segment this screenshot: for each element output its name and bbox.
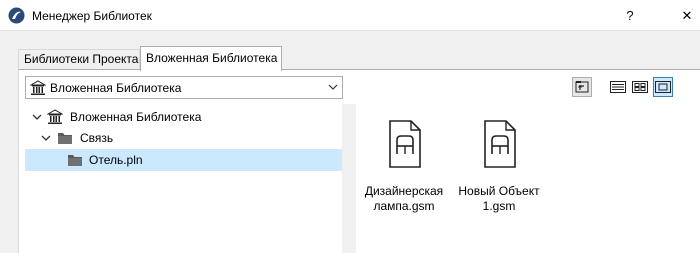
- chevron-down-icon[interactable]: [31, 111, 43, 123]
- tree-item-label: Связь: [80, 131, 114, 145]
- library-icon: [47, 109, 63, 124]
- tree-item-hotel-pln[interactable]: Отель.pln: [25, 149, 342, 171]
- library-icon: [30, 80, 46, 95]
- pane-splitter[interactable]: [342, 104, 356, 253]
- title-bar: Менеджер Библиотек ? ✕: [0, 0, 700, 31]
- icon-grid-view-icon: [632, 81, 648, 93]
- library-dropdown[interactable]: Вложенная Библиотека: [25, 76, 343, 99]
- folder-up-button[interactable]: [572, 77, 592, 97]
- tree-item-embedded-library[interactable]: Вложенная Библиотека: [25, 106, 342, 128]
- tab-embedded-library[interactable]: Вложенная Библиотека: [140, 46, 282, 71]
- tab-project-libraries[interactable]: Библиотеки Проекта: [18, 49, 140, 70]
- tree-item-link-folder[interactable]: Связь: [25, 127, 342, 149]
- archicad-app-icon: [8, 7, 25, 24]
- folder-icon: [58, 133, 72, 144]
- file-item-designer-lamp[interactable]: Дизайнерская лампа.gsm: [359, 114, 449, 224]
- tree-item-label: Вложенная Библиотека: [70, 110, 202, 124]
- chevron-down-icon: [328, 84, 338, 90]
- large-icon-view-button[interactable]: [653, 77, 673, 97]
- file-label: Дизайнерская лампа.gsm: [364, 184, 444, 213]
- list-view-button[interactable]: [608, 77, 628, 97]
- file-pane: Дизайнерская лампа.gsm Новый Объект 1.gs…: [356, 104, 700, 253]
- file-label: Новый Объект 1.gsm: [458, 184, 540, 213]
- icon-grid-view-button[interactable]: [630, 77, 650, 97]
- chevron-down-icon[interactable]: [40, 132, 52, 144]
- library-tree: Вложенная Библиотека Связь Отель.pln: [25, 104, 342, 253]
- window-title: Менеджер Библиотек: [32, 9, 152, 23]
- folder-icon: [68, 155, 82, 166]
- large-icon-view-icon: [655, 81, 671, 93]
- list-view-icon: [610, 81, 626, 93]
- close-button[interactable]: ✕: [677, 6, 697, 26]
- folder-up-icon: [575, 81, 589, 93]
- library-dropdown-value: Вложенная Библиотека: [50, 81, 182, 95]
- tree-item-label: Отель.pln: [89, 153, 143, 167]
- help-button[interactable]: ?: [620, 6, 640, 26]
- gsm-object-file-icon: [389, 120, 421, 168]
- file-item-new-object[interactable]: Новый Объект 1.gsm: [454, 114, 544, 224]
- gsm-object-file-icon: [484, 120, 516, 168]
